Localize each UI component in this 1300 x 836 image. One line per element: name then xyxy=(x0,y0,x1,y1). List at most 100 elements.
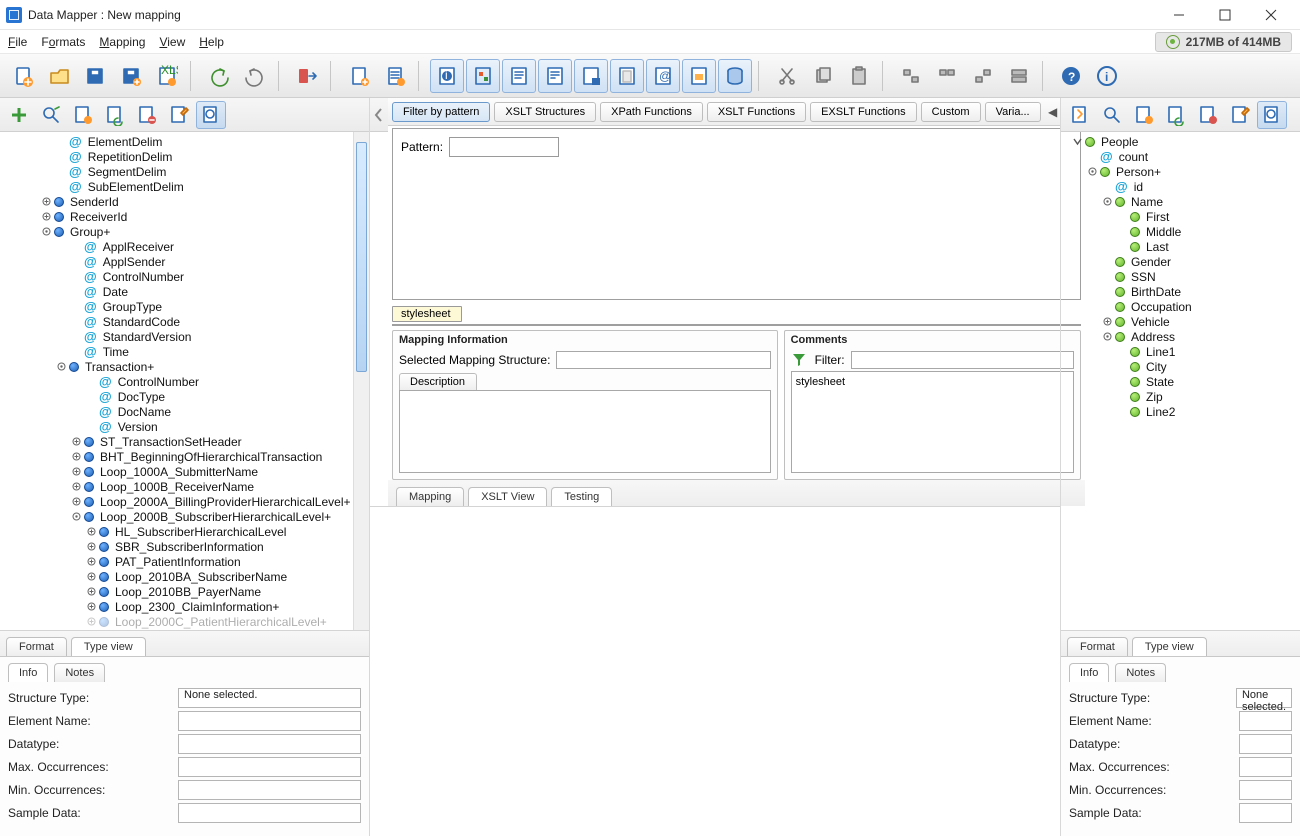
close-button[interactable] xyxy=(1248,0,1294,30)
tree-node[interactable]: Last xyxy=(1065,239,1300,254)
tree-node[interactable]: @Version xyxy=(4,419,353,434)
tree-node[interactable]: @StandardVersion xyxy=(4,329,353,344)
twisty-icon[interactable] xyxy=(40,196,52,208)
left-tool-doc-del[interactable] xyxy=(132,101,162,129)
tree-node[interactable]: @ApplReceiver xyxy=(4,239,353,254)
menu-formats[interactable]: Formats xyxy=(41,35,85,49)
menu-file[interactable]: File xyxy=(8,35,27,49)
view-at-doc[interactable]: @ xyxy=(646,59,680,93)
tree-node[interactable]: @RepetitionDelim xyxy=(4,149,353,164)
right-tool-search[interactable] xyxy=(1097,101,1127,129)
right-tool-collapse[interactable] xyxy=(1065,101,1095,129)
exit-button[interactable] xyxy=(290,59,324,93)
tab-info-left[interactable]: Info xyxy=(8,663,48,682)
tree-node[interactable]: Loop_2010BA_SubscriberName xyxy=(4,569,353,584)
tree-node[interactable]: @SubElementDelim xyxy=(4,179,353,194)
tree-node[interactable]: @StandardCode xyxy=(4,314,353,329)
center-left-handle[interactable] xyxy=(370,98,388,132)
twisty-icon[interactable] xyxy=(85,601,97,613)
tree-node[interactable]: Address xyxy=(1065,329,1300,344)
tree-node[interactable]: @count xyxy=(1065,149,1300,164)
description-textarea[interactable] xyxy=(399,390,771,473)
view-doc3[interactable] xyxy=(610,59,644,93)
tree-node[interactable]: @ControlNumber xyxy=(4,269,353,284)
menu-mapping[interactable]: Mapping xyxy=(99,35,145,49)
open-button[interactable] xyxy=(42,59,76,93)
tab-info-right[interactable]: Info xyxy=(1069,663,1109,682)
view-db-button[interactable] xyxy=(718,59,752,93)
twisty-icon[interactable] xyxy=(85,556,97,568)
paste-button[interactable] xyxy=(842,59,876,93)
tree-node[interactable]: @Time xyxy=(4,344,353,359)
twisty-icon[interactable] xyxy=(40,226,52,238)
tab-mapping[interactable]: Mapping xyxy=(396,487,464,506)
twisty-icon[interactable] xyxy=(1071,136,1083,148)
view-doc2[interactable] xyxy=(538,59,572,93)
tree-node[interactable]: Loop_2000B_SubscriberHierarchicalLevel+ xyxy=(4,509,353,524)
comments-filter-input[interactable] xyxy=(851,351,1074,369)
tab-filter-pattern[interactable]: Filter by pattern xyxy=(392,102,490,122)
twisty-icon[interactable] xyxy=(85,526,97,538)
new-button[interactable] xyxy=(6,59,40,93)
menu-view[interactable]: View xyxy=(159,35,185,49)
tree-node[interactable]: People xyxy=(1065,134,1300,149)
align4[interactable] xyxy=(1002,59,1036,93)
tree-node[interactable]: HL_SubscriberHierarchicalLevel xyxy=(4,524,353,539)
view-struct-button[interactable] xyxy=(466,59,500,93)
export-xls-button[interactable]: XLS xyxy=(150,59,184,93)
tree-node[interactable]: @Date xyxy=(4,284,353,299)
tree-node[interactable]: City xyxy=(1065,359,1300,374)
tree-node[interactable]: Middle xyxy=(1065,224,1300,239)
pattern-input[interactable] xyxy=(449,137,559,157)
left-tool-doc-add[interactable] xyxy=(68,101,98,129)
align2[interactable] xyxy=(930,59,964,93)
tree-node[interactable]: @ControlNumber xyxy=(4,374,353,389)
right-tree[interactable]: People@countPerson+@idNameFirstMiddleLas… xyxy=(1061,132,1300,630)
stylesheet-chip[interactable]: stylesheet xyxy=(392,306,462,322)
twisty-icon[interactable] xyxy=(1086,166,1098,178)
right-tool-filter[interactable] xyxy=(1257,101,1287,129)
tree-node[interactable]: ReceiverId xyxy=(4,209,353,224)
cut-button[interactable] xyxy=(770,59,804,93)
undo-button[interactable] xyxy=(202,59,236,93)
right-tool-doc-add[interactable] xyxy=(1129,101,1159,129)
tab-xslt-view[interactable]: XSLT View xyxy=(468,487,547,506)
twisty-icon[interactable] xyxy=(70,481,82,493)
tree-node[interactable]: @id xyxy=(1065,179,1300,194)
view-save-doc[interactable] xyxy=(574,59,608,93)
tree-node[interactable]: BirthDate xyxy=(1065,284,1300,299)
twisty-icon[interactable] xyxy=(70,436,82,448)
twisty-icon[interactable] xyxy=(85,616,97,628)
view-doc1[interactable] xyxy=(502,59,536,93)
view-info-button[interactable]: i xyxy=(430,59,464,93)
twisty-icon[interactable] xyxy=(1101,196,1113,208)
tab-testing[interactable]: Testing xyxy=(551,487,612,506)
tab-typeview-left[interactable]: Type view xyxy=(71,637,146,656)
twisty-icon[interactable] xyxy=(85,541,97,553)
twisty-icon[interactable] xyxy=(70,511,82,523)
tab-format-left[interactable]: Format xyxy=(6,637,67,656)
tree-node[interactable]: Loop_2000A_BillingProviderHierarchicalLe… xyxy=(4,494,353,509)
tree-node[interactable]: BHT_BeginningOfHierarchicalTransaction xyxy=(4,449,353,464)
tab-xslt-structures[interactable]: XSLT Structures xyxy=(494,102,596,122)
save-as-button[interactable] xyxy=(114,59,148,93)
menu-help[interactable]: Help xyxy=(199,35,224,49)
twisty-icon[interactable] xyxy=(70,466,82,478)
tree-node[interactable]: SSN xyxy=(1065,269,1300,284)
twisty-icon[interactable] xyxy=(1101,331,1113,343)
tree-node[interactable]: Name xyxy=(1065,194,1300,209)
about-button[interactable]: i xyxy=(1090,59,1124,93)
twisty-icon[interactable] xyxy=(70,451,82,463)
tree-node[interactable]: Vehicle xyxy=(1065,314,1300,329)
tab-format-right[interactable]: Format xyxy=(1067,637,1128,656)
tree-node[interactable]: Transaction+ xyxy=(4,359,353,374)
maximize-button[interactable] xyxy=(1202,0,1248,30)
tree-node[interactable]: Loop_1000B_ReceiverName xyxy=(4,479,353,494)
twisty-icon[interactable] xyxy=(55,361,67,373)
left-tool-add[interactable] xyxy=(4,101,34,129)
left-tool-filter[interactable] xyxy=(196,101,226,129)
twisty-icon[interactable] xyxy=(85,571,97,583)
mapping-canvas[interactable] xyxy=(392,324,1081,326)
tree-node[interactable]: SenderId xyxy=(4,194,353,209)
left-tool-edit[interactable] xyxy=(164,101,194,129)
